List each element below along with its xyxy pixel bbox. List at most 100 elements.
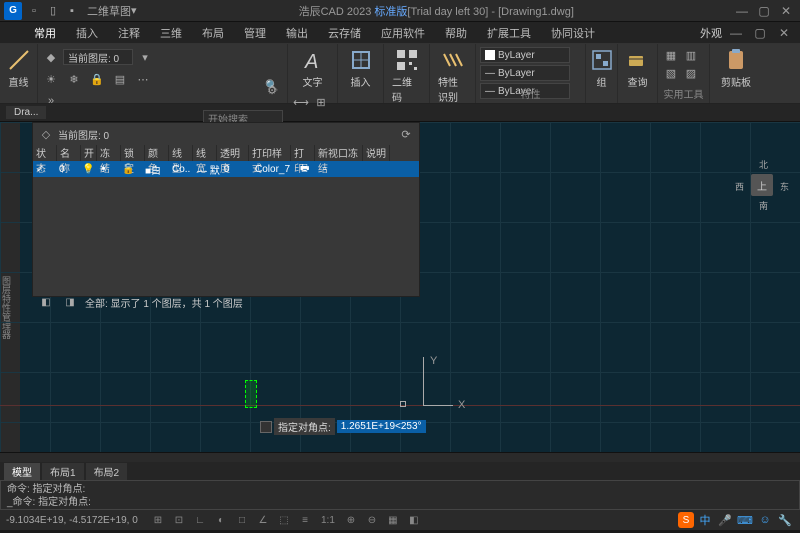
workspace-dropdown[interactable]: 二维草图 ▾ <box>83 3 141 19</box>
new-icon[interactable]: ▫ <box>26 3 42 19</box>
ribbon-tabs: 常用 插入 注释 三维 布局 管理 输出 云存储 应用软件 帮助 扩展工具 协同… <box>0 22 800 44</box>
feature-button[interactable]: 特性识别 <box>434 46 471 106</box>
find-icon <box>626 48 650 72</box>
prompt-value[interactable]: 1.2651E+19<253° <box>337 420 426 433</box>
polar-toggle[interactable]: ◐ <box>212 512 230 528</box>
lp-new-icon[interactable]: ◇ <box>37 125 55 143</box>
find-button[interactable]: 查询 <box>622 46 653 91</box>
app-logo[interactable]: G <box>4 2 22 20</box>
current-layer-label: 当前图层: 0 <box>58 127 109 142</box>
layer-btn3[interactable]: 🔒 <box>88 70 106 88</box>
layer-btn4[interactable]: ▤ <box>111 70 129 88</box>
sb-more2[interactable]: ⊖ <box>363 512 381 528</box>
ime-icon[interactable]: S <box>678 512 694 528</box>
layer-manager-panel: ◇ 当前图层: 0 ⟳ 状态 名称 开 冻结 锁定 颜色 线型 线宽 透明度 打… <box>32 122 420 297</box>
ribbon-panel: 直线 ◆ 当前图层: 0 ▾ ☀ ❄ 🔒 ▤ ⋯ » 开始搜索 🔍 ⚙ A 文字… <box>0 44 800 104</box>
ime-mic-icon[interactable]: 🎤 <box>716 512 734 528</box>
selection-window <box>245 380 257 408</box>
file-tab-active[interactable]: Dra... <box>6 106 46 119</box>
tab-layout1[interactable]: 布局1 <box>42 463 84 480</box>
qrcode-button[interactable]: 二维码 <box>388 46 425 106</box>
view-cube[interactable]: 上 北南 西东 <box>739 162 785 208</box>
snap-toggle[interactable]: ⊡ <box>170 512 188 528</box>
clipboard-button[interactable]: 剪贴板 <box>714 46 758 91</box>
text-icon: A <box>301 48 325 72</box>
insert-icon <box>349 48 373 72</box>
doc-close-button[interactable]: ✕ <box>774 25 794 41</box>
lineweight-combo[interactable]: — ByLayer <box>480 65 570 81</box>
tab-apps[interactable]: 应用软件 <box>371 22 435 43</box>
tab-model[interactable]: 模型 <box>4 463 40 480</box>
layer-btn1[interactable]: ☀ <box>42 70 60 88</box>
tab-manage[interactable]: 管理 <box>234 22 276 43</box>
lp-filter-icon[interactable]: ◧ <box>37 293 55 311</box>
open-icon[interactable]: ▯ <box>45 3 61 19</box>
util2-icon[interactable]: ▥ <box>682 46 700 64</box>
tab-3d[interactable]: 三维 <box>150 22 192 43</box>
sb-more3[interactable]: ▦ <box>384 512 402 528</box>
group-button[interactable]: 组 <box>590 46 613 91</box>
tab-cloud[interactable]: 云存储 <box>318 22 371 43</box>
layer-btn2[interactable]: ❄ <box>65 70 83 88</box>
ime-kbd-icon[interactable]: ⌨ <box>736 512 754 528</box>
title-bar: G ▫ ▯ ▪ 二维草图 ▾ 浩辰CAD 2023 标准版[Trial day … <box>0 0 800 22</box>
window-controls: — ▢ ✕ <box>732 3 796 19</box>
h-scrollbar[interactable] <box>0 452 800 462</box>
layer-table-header: 状态 名称 开 冻结 锁定 颜色 线型 线宽 透明度 打印样式 打印 新视口冻结… <box>33 145 419 161</box>
close-button[interactable]: ✕ <box>776 3 796 19</box>
sb-more1[interactable]: ⊕ <box>342 512 360 528</box>
dim-icon[interactable]: ⟷ <box>292 93 310 111</box>
minimize-button[interactable]: — <box>732 3 752 19</box>
table-icon[interactable]: ⊞ <box>312 93 330 111</box>
maximize-button[interactable]: ▢ <box>754 3 774 19</box>
layer-tool-icon[interactable]: ▾ <box>136 48 154 66</box>
tab-insert[interactable]: 插入 <box>66 22 108 43</box>
tab-home[interactable]: 常用 <box>24 22 66 43</box>
save-icon[interactable]: ▪ <box>64 3 80 19</box>
appearance-label[interactable]: 外观 <box>700 25 722 41</box>
layer-footer: ◧ ◨ 全部: 显示了 1 个图层，共 1 个图层 <box>33 292 419 312</box>
tab-collab[interactable]: 协同设计 <box>541 22 605 43</box>
line-button[interactable]: 直线 <box>4 46 33 91</box>
gear-icon[interactable]: ⚙ <box>263 81 281 99</box>
dyn-toggle[interactable]: ⬚ <box>275 512 293 528</box>
util4-icon[interactable]: ▨ <box>682 64 700 82</box>
ime-lang[interactable]: 中 <box>696 512 714 528</box>
ortho-toggle[interactable]: ∟ <box>191 512 209 528</box>
doc-minimize-button[interactable]: — <box>726 25 746 41</box>
util3-icon[interactable]: ▧ <box>662 64 680 82</box>
util1-icon[interactable]: ▦ <box>662 46 680 64</box>
ime-emoji-icon[interactable]: ☺ <box>756 512 774 528</box>
layer-more[interactable]: ⋯ <box>134 70 152 88</box>
scale-display[interactable]: 1:1 <box>317 512 339 528</box>
lp-invert-icon[interactable]: ◨ <box>61 293 79 311</box>
tab-layout[interactable]: 布局 <box>192 22 234 43</box>
doc-maximize-button[interactable]: ▢ <box>750 25 770 41</box>
layer-combo[interactable]: 当前图层: 0 <box>63 49 133 65</box>
props-panel-label: 特性 <box>476 86 585 101</box>
command-line[interactable]: 命令: 指定对角点: _命令: 指定对角点: <box>0 480 800 510</box>
text-button[interactable]: A 文字 <box>292 46 333 91</box>
otrack-toggle[interactable]: ∠ <box>254 512 272 528</box>
tab-output[interactable]: 输出 <box>276 22 318 43</box>
lwt-toggle[interactable]: ≡ <box>296 512 314 528</box>
osnap-toggle[interactable]: □ <box>233 512 251 528</box>
tab-layout2[interactable]: 布局2 <box>86 463 128 480</box>
feature-icon <box>441 48 465 72</box>
cmd-history-2: _命令: 指定对角点: <box>7 496 793 509</box>
expand-icon[interactable]: » <box>42 92 60 110</box>
tab-annotate[interactable]: 注释 <box>108 22 150 43</box>
tab-extend[interactable]: 扩展工具 <box>477 22 541 43</box>
insert-button[interactable]: 插入 <box>342 46 379 91</box>
ime-tool-icon[interactable]: 🔧 <box>776 512 794 528</box>
utils-panel-label: 实用工具 <box>658 86 709 101</box>
drawing-area[interactable]: 图层特性管理器 YX 上 北南 西东 ◇ 当前图层: 0 ⟳ 状态 名称 开 冻… <box>0 122 800 452</box>
color-combo[interactable]: ByLayer <box>480 47 570 63</box>
prompt-label: 指定对角点: <box>274 418 335 435</box>
lp-refresh-icon[interactable]: ⟳ <box>397 125 415 143</box>
tab-help[interactable]: 帮助 <box>435 22 477 43</box>
coords-readout[interactable]: -9.1034E+19, -4.5172E+19, 0 <box>6 515 146 526</box>
grid-toggle[interactable]: ⊞ <box>149 512 167 528</box>
sb-more4[interactable]: ◧ <box>405 512 423 528</box>
layer-icon[interactable]: ◆ <box>42 48 60 66</box>
